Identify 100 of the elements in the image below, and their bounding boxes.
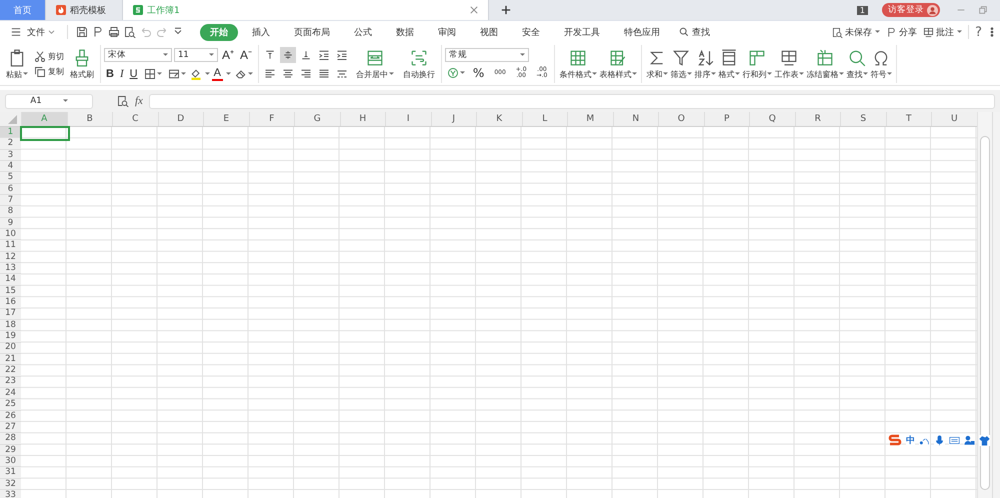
row-header[interactable]: 15 xyxy=(0,286,21,298)
row-header[interactable]: 11 xyxy=(0,240,21,252)
column-header[interactable]: O xyxy=(658,112,704,126)
column-header[interactable]: G xyxy=(294,112,340,126)
row-header[interactable]: 2 xyxy=(0,138,21,150)
shirt-icon[interactable] xyxy=(979,434,990,446)
search-button[interactable]: 查找 xyxy=(676,26,710,38)
column-header[interactable]: K xyxy=(476,112,522,126)
row-header[interactable]: 3 xyxy=(0,150,21,162)
fill-color-icon[interactable] xyxy=(190,68,202,80)
row-header[interactable]: 27 xyxy=(0,422,21,434)
toolbar-button[interactable]: 分享 xyxy=(886,26,918,38)
ribbon-button[interactable]: 符号 xyxy=(869,48,894,80)
increase-font-button[interactable]: A⁺ xyxy=(220,46,236,63)
input-mode-button[interactable]: 中 xyxy=(906,434,915,446)
formula-input[interactable] xyxy=(148,94,995,108)
paste-button[interactable]: 粘贴 xyxy=(3,48,31,80)
row-header[interactable]: 32 xyxy=(0,478,21,490)
ribbon-button[interactable]: 冻结窗格 xyxy=(805,48,846,80)
font-color-button[interactable]: A xyxy=(212,68,223,80)
row-header[interactable]: 31 xyxy=(0,467,21,479)
column-header[interactable]: P xyxy=(704,112,749,126)
row-header[interactable]: 4 xyxy=(0,161,21,172)
column-header[interactable]: N xyxy=(612,112,658,126)
column-header[interactable]: M xyxy=(567,112,612,126)
row-header[interactable]: 14 xyxy=(0,274,21,286)
toolbar-button[interactable]: 批注 xyxy=(923,26,962,38)
column-header[interactable]: Q xyxy=(749,112,794,126)
column-header[interactable]: T xyxy=(886,112,931,126)
microphone-icon[interactable] xyxy=(934,434,945,446)
row-header[interactable]: 28 xyxy=(0,433,21,445)
ribbon-tab[interactable]: 审阅 xyxy=(428,24,466,40)
ribbon-tab[interactable]: 插入 xyxy=(242,24,280,40)
document-tab[interactable]: 工作簿1 xyxy=(123,0,490,20)
row-header[interactable]: 33 xyxy=(0,490,21,498)
ribbon-tab[interactable]: 视图 xyxy=(470,24,508,40)
row-header[interactable]: 16 xyxy=(0,297,21,308)
column-header[interactable]: E xyxy=(203,112,248,126)
row-header[interactable]: 6 xyxy=(0,184,21,196)
row-header[interactable]: 10 xyxy=(0,229,21,240)
ribbon-tab[interactable]: 页面布局 xyxy=(284,24,340,40)
column-header[interactable]: J xyxy=(430,112,476,126)
cell-grid[interactable] xyxy=(21,127,976,498)
copy-button[interactable]: 复制 xyxy=(34,66,64,78)
row-header[interactable]: 18 xyxy=(0,320,21,332)
user-icon[interactable] xyxy=(964,434,975,446)
row-header[interactable]: 29 xyxy=(0,444,21,456)
ribbon-tab[interactable]: 安全 xyxy=(512,24,550,40)
row-header[interactable]: 17 xyxy=(0,308,21,320)
ribbon-button[interactable]: 条件格式 xyxy=(558,48,598,80)
function-button[interactable]: fx xyxy=(135,95,143,107)
column-header[interactable]: S xyxy=(840,112,886,126)
row-header[interactable]: 30 xyxy=(0,456,21,468)
row-header[interactable]: 25 xyxy=(0,399,21,411)
underline-button[interactable]: U xyxy=(128,68,140,80)
column-header[interactable]: L xyxy=(522,112,567,126)
row-header[interactable]: 26 xyxy=(0,410,21,422)
row-header[interactable]: 12 xyxy=(0,252,21,264)
row-header[interactable]: 13 xyxy=(0,263,21,274)
column-header[interactable]: I xyxy=(385,112,430,126)
ribbon-button[interactable]: 查找 xyxy=(845,48,870,80)
row-header[interactable]: 20 xyxy=(0,342,21,354)
scrollbar[interactable] xyxy=(976,112,992,498)
italic-button[interactable]: I xyxy=(118,68,126,80)
keyboard-icon[interactable] xyxy=(949,434,960,446)
wrap-text-button[interactable]: 自动换行 xyxy=(400,48,438,80)
font-dropdown[interactable]: 宋体 xyxy=(104,48,172,62)
ribbon-button[interactable]: 行和列 xyxy=(741,48,774,80)
ribbon-button[interactable]: 筛选 xyxy=(669,48,694,80)
ribbon-tab[interactable]: 开发工具 xyxy=(554,24,610,40)
column-header[interactable]: H xyxy=(340,112,385,126)
ribbon-button[interactable]: 求和 xyxy=(645,48,670,80)
font-size-dropdown[interactable]: 11 xyxy=(174,48,218,62)
bold-button[interactable]: B xyxy=(104,68,116,80)
ribbon-button[interactable]: 表格样式 xyxy=(598,48,638,80)
close-icon[interactable] xyxy=(470,6,478,14)
file-menu[interactable]: 文件 xyxy=(8,26,55,38)
name-box[interactable]: A1 xyxy=(5,94,93,108)
row-header[interactable]: 23 xyxy=(0,376,21,388)
ribbon-button[interactable]: 排序 xyxy=(693,48,718,80)
column-header[interactable]: C xyxy=(112,112,158,126)
number-format-button[interactable]: % xyxy=(468,66,488,80)
ribbon-button[interactable]: 格式 xyxy=(717,48,742,80)
format-painter-button[interactable]: 格式刷 xyxy=(67,48,97,80)
ribbon-button[interactable]: 工作表 xyxy=(773,48,806,80)
login-button[interactable]: 访客登录 xyxy=(882,3,940,17)
ribbon-tab[interactable]: 数据 xyxy=(386,24,424,40)
row-header[interactable]: 7 xyxy=(0,195,21,206)
row-header[interactable]: 8 xyxy=(0,206,21,218)
column-header[interactable]: F xyxy=(248,112,294,126)
toolbar-button[interactable]: 未保存 xyxy=(832,26,880,38)
decrease-font-button[interactable]: A⁻ xyxy=(238,46,254,63)
merge-center-button[interactable]: 合并居中 xyxy=(352,48,397,80)
column-header[interactable]: B xyxy=(66,112,112,126)
row-header[interactable]: 9 xyxy=(0,218,21,230)
window-count-badge[interactable]: 1 xyxy=(856,6,868,14)
ribbon-tab[interactable]: 特色应用 xyxy=(614,24,670,40)
row-header[interactable]: 5 xyxy=(0,172,21,184)
column-header[interactable]: D xyxy=(158,112,203,126)
row-header[interactable]: 19 xyxy=(0,331,21,343)
